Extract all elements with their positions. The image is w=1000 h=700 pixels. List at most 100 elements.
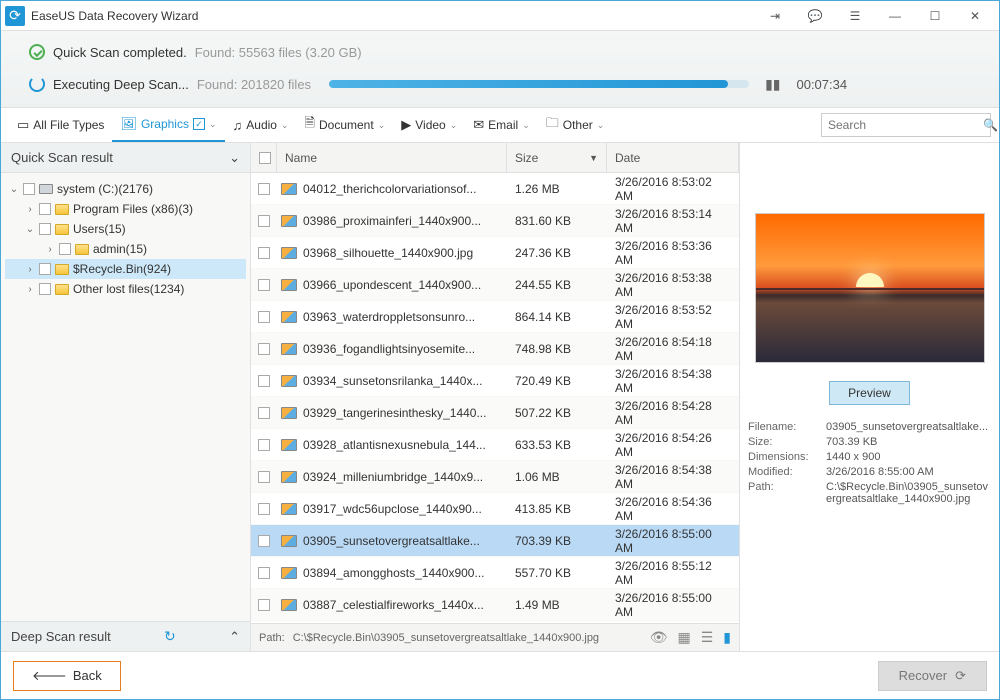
file-size: 720.49 KB bbox=[507, 374, 607, 388]
file-checkbox[interactable] bbox=[258, 599, 270, 611]
image-file-icon bbox=[281, 215, 297, 227]
meta-modified-label: Modified: bbox=[748, 466, 826, 478]
file-name: 03986_proximainferi_1440x900... bbox=[303, 214, 481, 228]
file-date: 3/26/2016 8:55:00 AM bbox=[607, 591, 739, 619]
video-icon: ▶ bbox=[401, 117, 411, 133]
tree-node-programfiles[interactable]: ›Program Files (x86)(3) bbox=[5, 199, 246, 219]
search-icon[interactable]: 🔍 bbox=[983, 118, 998, 132]
file-checkbox[interactable] bbox=[258, 471, 270, 483]
col-name[interactable]: Name bbox=[277, 143, 507, 172]
chevron-down-icon: ⌄ bbox=[209, 119, 217, 130]
file-row[interactable]: 03917_wdc56upclose_1440x90... 413.85 KB … bbox=[251, 493, 739, 525]
search-box[interactable]: 🔍 bbox=[821, 113, 991, 137]
tree-node-otherlost[interactable]: ›Other lost files(1234) bbox=[5, 279, 246, 299]
file-date: 3/26/2016 8:55:12 AM bbox=[607, 559, 739, 587]
filter-other[interactable]: 🗀Other⌄ bbox=[538, 108, 613, 142]
file-size: 831.60 KB bbox=[507, 214, 607, 228]
eye-icon[interactable]: 👁 bbox=[650, 629, 668, 646]
titlebar: ⟳ EaseUS Data Recovery Wizard ⇥ 💬 ☰ — ☐ … bbox=[1, 1, 999, 31]
file-row[interactable]: 03963_waterdroppletsonsunro... 864.14 KB… bbox=[251, 301, 739, 333]
file-name: 03934_sunsetonsrilanka_1440x... bbox=[303, 374, 482, 388]
file-checkbox[interactable] bbox=[258, 439, 270, 451]
close-button[interactable]: ✕ bbox=[955, 1, 995, 31]
file-size: 413.85 KB bbox=[507, 502, 607, 516]
file-row[interactable]: 03986_proximainferi_1440x900... 831.60 K… bbox=[251, 205, 739, 237]
file-row[interactable]: 03966_upondescent_1440x900... 244.55 KB … bbox=[251, 269, 739, 301]
maximize-button[interactable]: ☐ bbox=[915, 1, 955, 31]
image-file-icon bbox=[281, 375, 297, 387]
image-file-icon bbox=[281, 567, 297, 579]
list-view-icon[interactable]: ☰ bbox=[701, 629, 714, 646]
feedback-icon[interactable]: 💬 bbox=[795, 1, 835, 31]
menu-icon[interactable]: ☰ bbox=[835, 1, 875, 31]
filter-email[interactable]: ✉Email⌄ bbox=[465, 108, 537, 142]
tree-node-admin[interactable]: ›admin(15) bbox=[5, 239, 246, 259]
file-row[interactable]: 04012_therichcolorvariationsof... 1.26 M… bbox=[251, 173, 739, 205]
folder-icon: 🗀 bbox=[546, 114, 559, 136]
recover-button[interactable]: Recover ⟳ bbox=[878, 661, 987, 691]
file-checkbox[interactable] bbox=[258, 343, 270, 355]
file-size: 1.49 MB bbox=[507, 598, 607, 612]
grid-view-icon[interactable]: ▦ bbox=[677, 629, 690, 646]
path-bar: Path: C:\$Recycle.Bin\03905_sunsetovergr… bbox=[251, 623, 739, 651]
folder-icon bbox=[55, 284, 69, 295]
file-checkbox[interactable] bbox=[258, 215, 270, 227]
chevron-down-icon[interactable]: ⌄ bbox=[229, 150, 240, 166]
file-checkbox[interactable] bbox=[258, 247, 270, 259]
filter-all[interactable]: ▭All File Types bbox=[9, 108, 112, 142]
file-date: 3/26/2016 8:54:38 AM bbox=[607, 367, 739, 395]
tree-node-system[interactable]: ⌄system (C:)(2176) bbox=[5, 179, 246, 199]
file-date: 3/26/2016 8:53:38 AM bbox=[607, 271, 739, 299]
file-checkbox[interactable] bbox=[258, 535, 270, 547]
folder-icon bbox=[55, 224, 69, 235]
export-icon[interactable]: ⇥ bbox=[755, 1, 795, 31]
file-checkbox[interactable] bbox=[258, 183, 270, 195]
file-checkbox[interactable] bbox=[258, 407, 270, 419]
image-file-icon bbox=[281, 407, 297, 419]
image-file-icon bbox=[281, 183, 297, 195]
detail-view-icon[interactable]: ▮ bbox=[723, 629, 731, 646]
quick-scan-header[interactable]: Quick Scan result ⌄ bbox=[1, 143, 250, 173]
preview-button[interactable]: Preview bbox=[829, 381, 910, 405]
column-headers: Name Size▼ Date bbox=[251, 143, 739, 173]
meta-dimensions-value: 1440 x 900 bbox=[826, 451, 991, 463]
file-row[interactable]: 03929_tangerinesinthesky_1440... 507.22 … bbox=[251, 397, 739, 429]
file-name: 03917_wdc56upclose_1440x90... bbox=[303, 502, 482, 516]
progress-bar bbox=[329, 80, 749, 88]
pause-button[interactable]: ▮▮ bbox=[765, 76, 780, 93]
file-checkbox[interactable] bbox=[258, 503, 270, 515]
file-row[interactable]: 03928_atlantisnexusnebula_144... 633.53 … bbox=[251, 429, 739, 461]
file-checkbox[interactable] bbox=[258, 311, 270, 323]
back-button[interactable]: 🡐 Back bbox=[13, 661, 121, 691]
chevron-up-icon[interactable]: ⌃ bbox=[229, 629, 240, 645]
filter-audio[interactable]: ♫Audio⌄ bbox=[225, 108, 297, 142]
file-row[interactable]: 03905_sunsetovergreatsaltlake... 703.39 … bbox=[251, 525, 739, 557]
select-all-checkbox[interactable] bbox=[259, 152, 271, 164]
bottom-bar: 🡐 Back Recover ⟳ bbox=[1, 651, 999, 699]
file-row[interactable]: 03934_sunsetonsrilanka_1440x... 720.49 K… bbox=[251, 365, 739, 397]
search-input[interactable] bbox=[828, 118, 983, 132]
file-row[interactable]: 03924_milleniumbridge_1440x9... 1.06 MB … bbox=[251, 461, 739, 493]
drive-icon bbox=[39, 184, 53, 194]
file-date: 3/26/2016 8:53:02 AM bbox=[607, 175, 739, 203]
file-row[interactable]: 03887_celestialfireworks_1440x... 1.49 M… bbox=[251, 589, 739, 621]
filter-document[interactable]: 🗎Document⌄ bbox=[297, 108, 394, 142]
file-row[interactable]: 03936_fogandlightsinyosemite... 748.98 K… bbox=[251, 333, 739, 365]
file-row[interactable]: 03968_silhouette_1440x900.jpg 247.36 KB … bbox=[251, 237, 739, 269]
col-date[interactable]: Date bbox=[607, 143, 739, 172]
filter-graphics[interactable]: 🖼Graphics✓⌄ bbox=[112, 108, 224, 142]
image-file-icon bbox=[281, 535, 297, 547]
file-checkbox[interactable] bbox=[258, 567, 270, 579]
refresh-icon[interactable]: ↻ bbox=[164, 628, 176, 645]
tree-node-recyclebin[interactable]: ›$Recycle.Bin(924) bbox=[5, 259, 246, 279]
file-row[interactable]: 03894_amongghosts_1440x900... 557.70 KB … bbox=[251, 557, 739, 589]
file-checkbox[interactable] bbox=[258, 279, 270, 291]
minimize-button[interactable]: — bbox=[875, 1, 915, 31]
file-checkbox[interactable] bbox=[258, 375, 270, 387]
filter-video[interactable]: ▶Video⌄ bbox=[393, 108, 465, 142]
tree-node-users[interactable]: ⌄Users(15) bbox=[5, 219, 246, 239]
deep-scan-found: Found: 201820 files bbox=[197, 77, 311, 92]
deep-scan-header[interactable]: Deep Scan result ↻ ⌃ bbox=[1, 621, 250, 651]
col-size[interactable]: Size▼ bbox=[507, 143, 607, 172]
file-date: 3/26/2016 8:54:26 AM bbox=[607, 431, 739, 459]
